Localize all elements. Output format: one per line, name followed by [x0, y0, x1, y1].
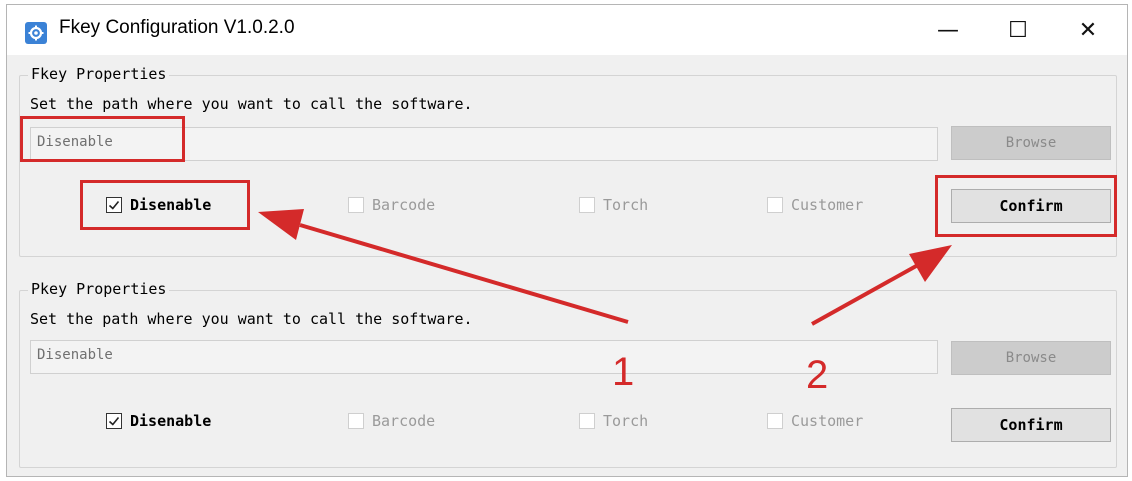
step-number-2: 2 — [806, 353, 829, 397]
step-number-1: 1 — [612, 350, 635, 394]
arrow-step-2 — [811, 245, 952, 326]
arrow-step-1 — [258, 209, 629, 324]
annotation-arrows — [258, 209, 952, 326]
